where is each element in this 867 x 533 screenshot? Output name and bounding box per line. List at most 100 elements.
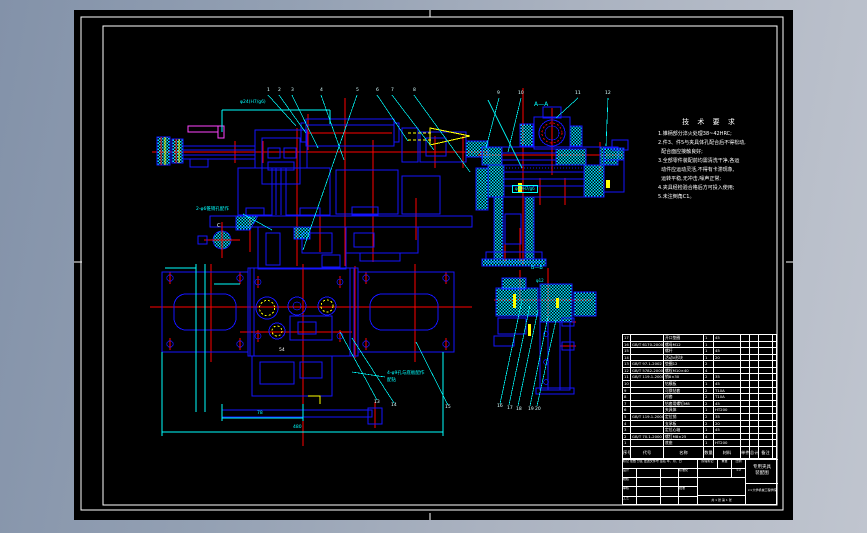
parts-row-13: 13 GB/T 97.1-2002 垫圈12 2 xyxy=(623,361,776,368)
parts-row-14: 14 活动V形块 1 20 xyxy=(623,354,776,362)
cell: 15 xyxy=(623,348,631,354)
sign-label-right-标准化: 标准化 xyxy=(679,467,698,478)
cell: 可换钻套 xyxy=(664,387,704,394)
parts-row-2: 2 GB/T 70.1-2000 螺钉M8×25 4 xyxy=(623,433,776,441)
cell xyxy=(750,427,759,433)
cell: 钻套用螺钉M8 xyxy=(664,400,704,407)
cell: 1 xyxy=(704,407,714,413)
leader-number-13: 13 xyxy=(374,400,380,405)
cell: 2 xyxy=(704,387,714,394)
parts-row-9: 9 可换钻套 2 T10A xyxy=(623,387,776,395)
cell: 11 xyxy=(623,374,631,381)
parts-list: 17 开口垫圈 1 45 16 GB/T 6170-2000 螺母M12 1 15 螺杆 1 45 14… xyxy=(623,335,776,447)
note-line-5: 动件应运动灵活,不得有卡滞现象, xyxy=(658,167,735,173)
dim-78: 78 xyxy=(257,411,263,416)
cell: 1 xyxy=(704,381,714,387)
cell xyxy=(741,374,750,381)
cell: 1 xyxy=(704,427,714,433)
parts-header-cell: 单件 xyxy=(741,446,750,458)
cell xyxy=(750,354,759,361)
cell: 螺钉M8×25 xyxy=(664,433,704,440)
parts-row-11: 11 GB/T 119.1-2000 销8×30 2 35 xyxy=(623,374,776,382)
stage-label: 阶段标记 xyxy=(698,458,718,468)
cell: 1 xyxy=(704,440,714,446)
cell: GB/T 5782-2000 xyxy=(632,367,664,374)
notes-title: 技 术 要 求 xyxy=(682,118,738,126)
drawing-name: 专用夹具 装配图 xyxy=(746,458,778,483)
parts-row-6: 6 夹具体 1 HT200 xyxy=(623,407,776,414)
leader-number-17: 17 xyxy=(507,406,513,411)
cell xyxy=(759,335,773,341)
cell: 2 xyxy=(704,413,714,420)
cell xyxy=(759,387,773,394)
cell: 开口垫圈 xyxy=(664,335,704,341)
cell: 1 xyxy=(704,341,714,348)
cell xyxy=(759,394,773,400)
drawing-name-line2: 装配图 xyxy=(755,470,769,476)
company-name: ××大学机械工程学院 xyxy=(746,482,778,505)
cell: 16 xyxy=(623,341,631,348)
cell: 13 xyxy=(623,361,631,367)
cell xyxy=(631,440,664,446)
technical-notes: 技 术 要 求 1.锥柄部分淬火处理38~42HRC; 2.件3、件5与夹具体孔配… xyxy=(658,117,762,202)
cell: HT200 xyxy=(714,407,741,413)
cell: 4 xyxy=(704,433,714,440)
parts-header-cell: 数量 xyxy=(704,446,714,458)
sign-date-cell xyxy=(661,486,679,496)
cell xyxy=(741,394,750,400)
cell xyxy=(714,367,741,374)
parts-list-and-title-block: 17 开口垫圈 1 45 16 GB/T 6170-2000 螺母M12 1 15 螺杆 1 45 14… xyxy=(622,334,778,505)
cell xyxy=(741,413,750,420)
cell: 钻模板 xyxy=(664,381,704,387)
cell: HT200 xyxy=(714,440,741,446)
parts-header-cell: 材料 xyxy=(714,446,741,458)
cell: 35 xyxy=(714,413,741,420)
cell xyxy=(714,341,741,348)
note-drill-1: 4-φ9孔与底板配作 xyxy=(387,371,425,376)
cell: 4 xyxy=(623,420,631,427)
cell xyxy=(741,335,750,341)
sign-date-cell xyxy=(661,467,679,478)
desktop: { "window": { "surface": "cad-paper-spac… xyxy=(0,0,867,533)
leader-number-12: 12 xyxy=(605,91,611,96)
note-line-7: 4.夹具经检验合格后方可投入使用; xyxy=(658,185,735,191)
cell: 20 xyxy=(714,354,741,361)
note-line-3: 配合面应接触良好; xyxy=(658,149,703,155)
cell xyxy=(741,354,750,361)
cell xyxy=(759,407,773,413)
cell xyxy=(741,381,750,387)
cell: 8 xyxy=(623,394,631,400)
leader-number-6: 6 xyxy=(376,88,379,93)
leader-number-14: 14 xyxy=(391,403,397,408)
leader-number-10: 10 xyxy=(518,91,524,96)
sign-label-设计: 设计 xyxy=(623,467,637,478)
cell xyxy=(631,348,664,354)
note-line-1: 1.锥柄部分淬火处理38~42HRC; xyxy=(658,131,732,137)
cell: 垫圈12 xyxy=(664,361,704,367)
cell xyxy=(759,361,773,367)
parts-row-1: 1 底座 1 HT200 xyxy=(623,440,776,447)
cell: 2 xyxy=(623,433,631,440)
change-record-header: 标记 处数 分区 更改文件号 签名 年、月、日 xyxy=(623,458,698,468)
cell: 衬套 xyxy=(664,394,704,400)
parts-header-cell: 序号 xyxy=(623,446,631,458)
leader-number-11: 11 xyxy=(575,91,581,96)
sheet-count: 共 1 张 第 1 张 xyxy=(698,494,746,505)
cell xyxy=(631,407,664,413)
leader-number-7: 7 xyxy=(391,88,394,93)
leader-number-19: 19 xyxy=(528,407,534,412)
cell xyxy=(750,420,759,427)
stage-empty-cell xyxy=(698,467,732,477)
parts-row-15: 15 螺杆 1 45 xyxy=(623,348,776,355)
cell xyxy=(759,341,773,348)
cell xyxy=(741,341,750,348)
dim-480: 480 xyxy=(293,425,302,430)
cell xyxy=(631,427,664,433)
cell xyxy=(750,407,759,413)
cell: 支承板 xyxy=(664,420,704,427)
cell: 2 xyxy=(704,420,714,427)
cell: 45 xyxy=(714,348,741,354)
cell xyxy=(759,354,773,361)
parts-row-10: 10 钻模板 1 45 xyxy=(623,381,776,388)
parts-row-4: 4 支承板 2 20 xyxy=(623,420,776,428)
